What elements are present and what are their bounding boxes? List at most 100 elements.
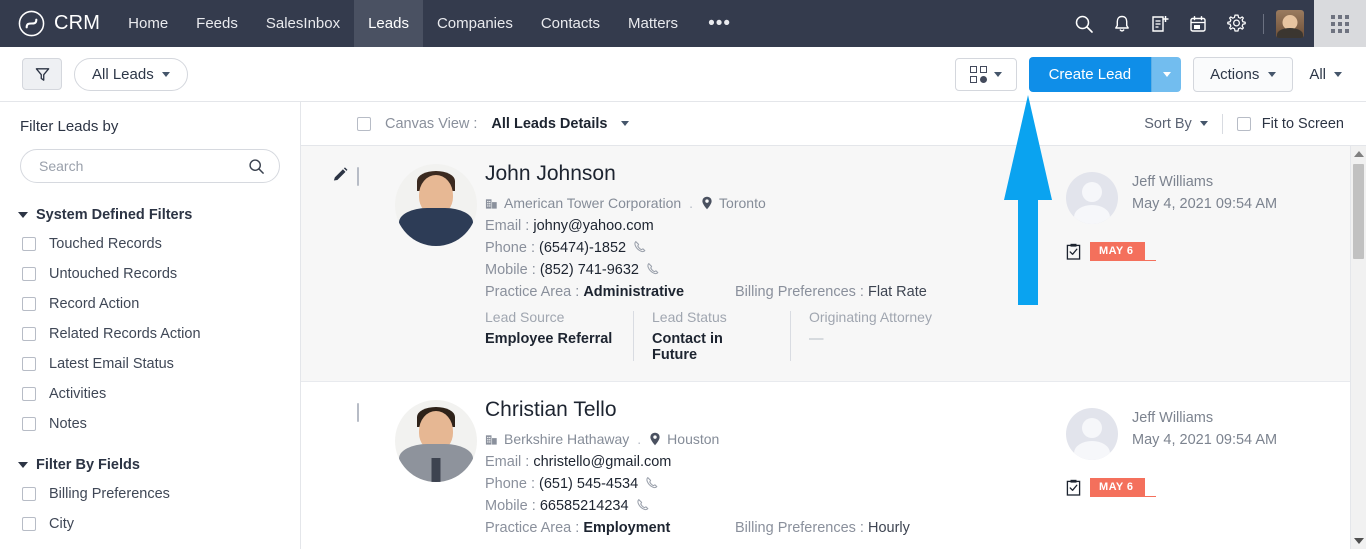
sidebar-group-filter-by-fields[interactable]: Filter By Fields	[0, 451, 300, 479]
billing-preferences-label: Billing Preferences :	[735, 284, 864, 300]
select-all-checkbox[interactable]	[357, 116, 371, 131]
sidebar-item-untouched-records[interactable]: Untouched Records	[0, 259, 300, 289]
sidebar-item-notes[interactable]: Notes	[0, 409, 300, 439]
checkbox[interactable]	[22, 517, 36, 531]
calendar-icon[interactable]	[1179, 0, 1217, 47]
row-checkbox[interactable]	[357, 403, 359, 422]
sidebar-title: Filter Leads by	[20, 118, 119, 135]
phone-call-icon[interactable]	[645, 476, 659, 490]
lead-name[interactable]: John Johnson	[485, 162, 1066, 186]
canvas-view-icon	[969, 65, 987, 83]
user-avatar[interactable]	[1276, 9, 1304, 38]
checkbox[interactable]	[22, 357, 36, 371]
lead-phone-line: Phone : (65474)-1852	[485, 240, 1066, 256]
canvas-view-toggle-button[interactable]	[954, 57, 1017, 91]
nav-more-label: •••	[708, 12, 732, 34]
sidebar-item-billing-preferences[interactable]: Billing Preferences	[0, 479, 300, 509]
canvas-view-value[interactable]: All Leads Details	[491, 116, 607, 132]
add-note-icon[interactable]	[1141, 0, 1179, 47]
checkbox[interactable]	[22, 297, 36, 311]
task-clipboard-icon[interactable]	[1066, 243, 1081, 260]
sidebar-group-system-defined-filters[interactable]: System Defined Filters	[0, 201, 300, 229]
practice-area-label: Practice Area :	[485, 520, 580, 536]
lead-phone: (651) 545-4534	[539, 476, 639, 492]
scroll-down-arrow-icon[interactable]	[1353, 538, 1364, 544]
sidebar-item-latest-email-status[interactable]: Latest Email Status	[0, 349, 300, 379]
status-badge: MAY 6	[1090, 478, 1156, 497]
create-lead-button[interactable]: Create Lead	[1028, 56, 1182, 92]
lead-status-value: Contact in Future	[652, 331, 723, 363]
sidebar-search[interactable]	[20, 149, 280, 183]
nav-item-leads[interactable]: Leads	[354, 0, 423, 47]
funnel-icon	[35, 67, 49, 81]
lead-status-label: Lead Status	[652, 309, 727, 325]
checkbox[interactable]	[1236, 116, 1251, 131]
practice-area-field: Practice Area : Employment	[485, 520, 735, 536]
lead-email-line: Email : christello@gmail.com	[485, 454, 1066, 470]
billing-preferences-value: Hourly	[867, 520, 910, 536]
checkbox[interactable]	[22, 417, 36, 431]
avatar	[395, 164, 477, 246]
scroll-up-arrow-icon[interactable]	[1353, 151, 1364, 157]
nav-item-home[interactable]: Home	[114, 0, 182, 47]
row-edit-gutter	[301, 398, 357, 536]
sidebar-item-touched-records[interactable]: Touched Records	[0, 229, 300, 259]
divider	[790, 311, 791, 361]
gear-icon[interactable]	[1217, 0, 1255, 47]
leads-rows: John Johnson American Tower Corporation …	[301, 146, 1366, 549]
caret-down-icon	[18, 212, 28, 218]
top-navigation-bar: CRM Home Feeds SalesInbox Leads Companie…	[0, 0, 1366, 47]
phone-call-icon[interactable]	[636, 498, 650, 512]
brand[interactable]: CRM	[0, 0, 114, 47]
record-owner: Jeff Williams May 4, 2021 09:54 AM	[1066, 172, 1344, 224]
table-row[interactable]: Christian Tello Berkshire Hathaway . Hou…	[301, 382, 1366, 549]
scrollbar-thumb[interactable]	[1353, 164, 1364, 259]
table-row[interactable]: John Johnson American Tower Corporation …	[301, 146, 1366, 382]
checkbox[interactable]	[22, 487, 36, 501]
sidebar-item-related-records-action[interactable]: Related Records Action	[0, 319, 300, 349]
checkbox[interactable]	[22, 267, 36, 281]
vertical-scrollbar[interactable]	[1350, 146, 1366, 549]
row-checkbox[interactable]	[357, 167, 359, 186]
lead-company-location: Berkshire Hathaway . Houston	[485, 431, 1066, 447]
fit-to-screen-toggle[interactable]: Fit to Screen	[1236, 115, 1344, 132]
edit-pencil-icon[interactable]	[332, 166, 349, 183]
checkbox[interactable]	[22, 327, 36, 341]
sidebar-item-activities[interactable]: Activities	[0, 379, 300, 409]
create-lead-dropdown-button[interactable]	[1151, 56, 1182, 92]
nav-item-salesinbox[interactable]: SalesInbox	[252, 0, 354, 47]
nav-item-feeds[interactable]: Feeds	[182, 0, 252, 47]
nav-item-matters[interactable]: Matters	[614, 0, 692, 47]
lead-email[interactable]: christello@gmail.com	[533, 454, 671, 470]
checkbox[interactable]	[22, 387, 36, 401]
task-clipboard-icon[interactable]	[1066, 479, 1081, 496]
checkbox[interactable]	[22, 237, 36, 251]
sidebar-item-label: Untouched Records	[49, 266, 178, 282]
status-badge: MAY 6	[1090, 242, 1156, 261]
search-icon[interactable]	[1065, 0, 1103, 47]
sidebar-item-city[interactable]: City	[0, 509, 300, 539]
apps-grid-button[interactable]	[1314, 0, 1366, 47]
sort-by-dropdown[interactable]: Sort By	[1144, 116, 1208, 132]
owner-avatar	[1066, 172, 1118, 224]
nav-item-contacts[interactable]: Contacts	[527, 0, 614, 47]
bell-icon[interactable]	[1103, 0, 1141, 47]
actions-button[interactable]: Actions	[1193, 56, 1294, 92]
lead-name[interactable]: Christian Tello	[485, 398, 1066, 422]
chevron-down-icon[interactable]	[621, 121, 630, 126]
leads-view-selector[interactable]: All Leads	[74, 57, 188, 91]
nav-more-button[interactable]: •••	[692, 0, 747, 47]
nav-item-companies[interactable]: Companies	[423, 0, 527, 47]
mobile-label: Mobile :	[485, 498, 536, 514]
all-filter-dropdown[interactable]: All	[1305, 66, 1348, 83]
location-pin-icon	[650, 432, 660, 446]
sidebar-item-record-action[interactable]: Record Action	[0, 289, 300, 319]
search-input[interactable]	[39, 158, 248, 174]
list-header: Canvas View : All Leads Details Sort By …	[301, 102, 1366, 146]
phone-call-icon[interactable]	[646, 262, 660, 276]
phone-call-icon[interactable]	[633, 240, 647, 254]
fit-to-screen-label: Fit to Screen	[1261, 115, 1344, 132]
filter-toggle-button[interactable]	[22, 58, 62, 90]
row-edit-gutter	[301, 162, 357, 363]
lead-email[interactable]: johny@yahoo.com	[533, 218, 653, 234]
